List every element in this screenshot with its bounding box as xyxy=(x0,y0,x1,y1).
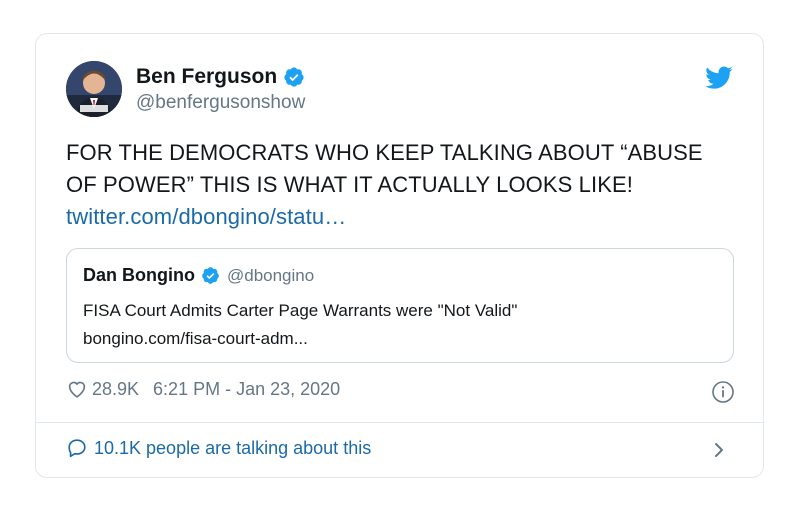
tweet-timestamp[interactable]: 6:21 PM - Jan 23, 2020 xyxy=(153,379,340,400)
verified-badge-icon xyxy=(284,66,304,87)
quoted-author-name[interactable]: Dan Bongino xyxy=(83,265,195,286)
embedded-tweet[interactable]: Ben Ferguson @benfergusonshow FOR THE DE… xyxy=(35,33,764,478)
divider xyxy=(36,422,763,423)
quoted-tweet-text: FISA Court Admits Carter Page Warrants w… xyxy=(83,301,518,320)
tweet-text: FOR THE DEMOCRATS WHO KEEP TALKING ABOUT… xyxy=(66,140,703,197)
author-block[interactable]: Ben Ferguson @benfergusonshow xyxy=(136,65,305,114)
author-name-row: Ben Ferguson xyxy=(136,65,305,89)
comment-icon xyxy=(68,439,86,458)
avatar[interactable] xyxy=(66,61,122,117)
quoted-tweet[interactable]: Dan Bongino @dbongino FISA Court Admits … xyxy=(66,248,734,363)
quoted-tweet-link[interactable]: bongino.com/fisa-court-adm... xyxy=(83,327,308,351)
tweet-body: FOR THE DEMOCRATS WHO KEEP TALKING ABOUT… xyxy=(66,137,736,233)
like-count[interactable]: 28.9K xyxy=(92,379,139,400)
heart-icon[interactable] xyxy=(66,378,88,400)
tweet-header: Ben Ferguson @benfergusonshow xyxy=(66,61,305,117)
chevron-right-icon[interactable] xyxy=(711,440,727,460)
twitter-bird-icon[interactable] xyxy=(705,66,733,90)
tweet-meta: 28.9K 6:21 PM - Jan 23, 2020 xyxy=(66,378,340,400)
author-name[interactable]: Ben Ferguson xyxy=(136,65,277,89)
verified-badge-icon xyxy=(202,267,219,284)
author-handle[interactable]: @benfergusonshow xyxy=(136,92,305,114)
person-avatar-icon xyxy=(66,61,122,117)
info-icon[interactable] xyxy=(711,380,735,404)
tweet-link[interactable]: twitter.com/dbongino/statu… xyxy=(66,204,346,229)
quoted-author-handle[interactable]: @dbongino xyxy=(227,266,314,286)
quoted-tweet-header: Dan Bongino @dbongino xyxy=(83,265,314,286)
conversation-count[interactable]: 10.1K people are talking about this xyxy=(94,438,371,459)
conversation-link[interactable]: 10.1K people are talking about this xyxy=(66,437,371,459)
